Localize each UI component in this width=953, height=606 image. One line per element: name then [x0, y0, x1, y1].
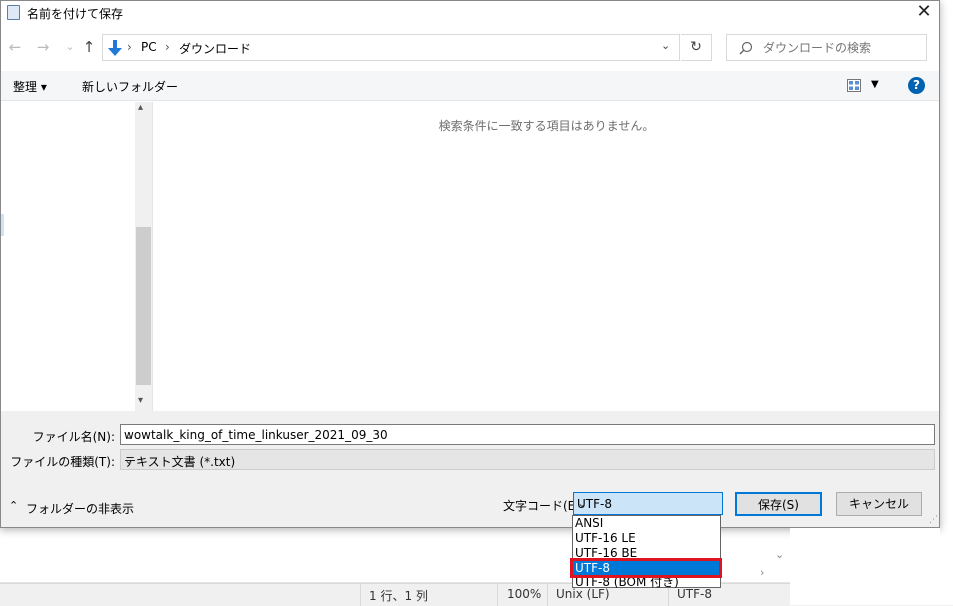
- hide-folders-button[interactable]: フォルダーの非表示: [26, 500, 134, 517]
- background-window-edge: [940, 0, 953, 605]
- filename-dropdown-chevron-icon[interactable]: ⌄: [124, 428, 931, 442]
- downloads-folder-icon: [108, 40, 122, 56]
- recent-locations-chevron-icon[interactable]: ⌄: [61, 37, 79, 57]
- filename-combobox[interactable]: wowtalk_king_of_time_linkuser_2021_09_30…: [120, 424, 935, 445]
- filetype-dropdown-chevron-icon[interactable]: ⌄: [124, 453, 931, 467]
- breadcrumb-downloads[interactable]: ダウンロード: [179, 40, 251, 57]
- status-encoding: UTF-8: [677, 587, 712, 601]
- save-options-area: ファイル名(N): wowtalk_king_of_time_linkuser_…: [1, 411, 939, 527]
- up-arrow-icon[interactable]: ↑: [80, 37, 98, 57]
- scroll-down-arrow-icon[interactable]: ⌄: [775, 548, 784, 561]
- status-position: 1 行、1 列: [369, 589, 428, 603]
- empty-results-message: 検索条件に一致する項目はありません。: [438, 119, 655, 133]
- status-line-ending: Unix (LF): [556, 587, 610, 601]
- breadcrumb-pc[interactable]: PC: [141, 40, 157, 54]
- view-dropdown-chevron-icon[interactable]: ▼: [871, 79, 879, 90]
- filetype-label: ファイルの種類(T):: [10, 455, 115, 469]
- scroll-down-arrow-icon[interactable]: ▾: [138, 395, 143, 406]
- save-button[interactable]: 保存(S): [735, 492, 822, 516]
- forward-arrow-icon[interactable]: →: [34, 37, 52, 57]
- back-arrow-icon[interactable]: ←: [6, 37, 24, 57]
- scroll-right-arrow-icon[interactable]: ›: [760, 566, 764, 579]
- file-list-pane[interactable]: 検索条件に一致する項目はありません。: [154, 102, 939, 411]
- help-icon[interactable]: ?: [908, 77, 925, 94]
- close-button[interactable]: ✕: [909, 1, 939, 25]
- resize-grip-icon[interactable]: ⋰: [929, 515, 938, 525]
- background-window-area: [790, 528, 940, 605]
- encoding-select[interactable]: UTF-8 ⌄: [573, 492, 723, 515]
- new-folder-button[interactable]: 新しいフォルダー: [82, 78, 178, 95]
- address-bar[interactable]: › PC › ダウンロード ⌄: [102, 34, 680, 61]
- search-icon: [739, 41, 753, 55]
- view-options-icon[interactable]: [847, 79, 861, 92]
- scrollbar-thumb[interactable]: [136, 227, 151, 385]
- scroll-up-arrow-icon[interactable]: ▴: [138, 102, 143, 113]
- encoding-option-utf16le[interactable]: UTF-16 LE: [573, 531, 720, 546]
- title-bar[interactable]: 名前を付けて保存 ✕: [1, 1, 939, 25]
- filetype-select[interactable]: テキスト文書 (*.txt) ⌄: [120, 449, 935, 470]
- status-zoom: 100%: [507, 587, 542, 601]
- encoding-dropdown-chevron-icon[interactable]: ⌄: [577, 496, 719, 510]
- save-as-dialog: 名前を付けて保存 ✕ ← → ⌄ ↑ › PC › ダウンロード ⌄ ↻ 整理 …: [0, 0, 940, 528]
- cancel-button[interactable]: キャンセル: [836, 492, 922, 516]
- highlight-annotation-box: [570, 558, 722, 578]
- notepad-icon: [7, 5, 20, 20]
- navigation-pane[interactable]: [1, 102, 153, 411]
- breadcrumb-separator-icon: ›: [127, 40, 132, 54]
- search-box[interactable]: [726, 34, 927, 61]
- hide-folders-chevron-icon[interactable]: ⌃: [9, 499, 18, 512]
- encoding-label: 文字コード(E):: [503, 499, 584, 513]
- refresh-button[interactable]: ↻: [681, 34, 712, 61]
- address-dropdown-chevron-icon[interactable]: ⌄: [661, 39, 670, 52]
- breadcrumb-separator-icon: ›: [165, 40, 170, 54]
- encoding-option-ansi[interactable]: ANSI: [573, 516, 720, 531]
- dialog-title: 名前を付けて保存: [27, 7, 124, 21]
- search-input[interactable]: [761, 38, 921, 57]
- nav-selection-marker: [1, 214, 4, 236]
- command-bar: 整理 ▾ 新しいフォルダー ▼ ?: [1, 71, 939, 101]
- organize-menu-button[interactable]: 整理 ▾: [13, 78, 47, 95]
- filename-label: ファイル名(N):: [32, 430, 115, 444]
